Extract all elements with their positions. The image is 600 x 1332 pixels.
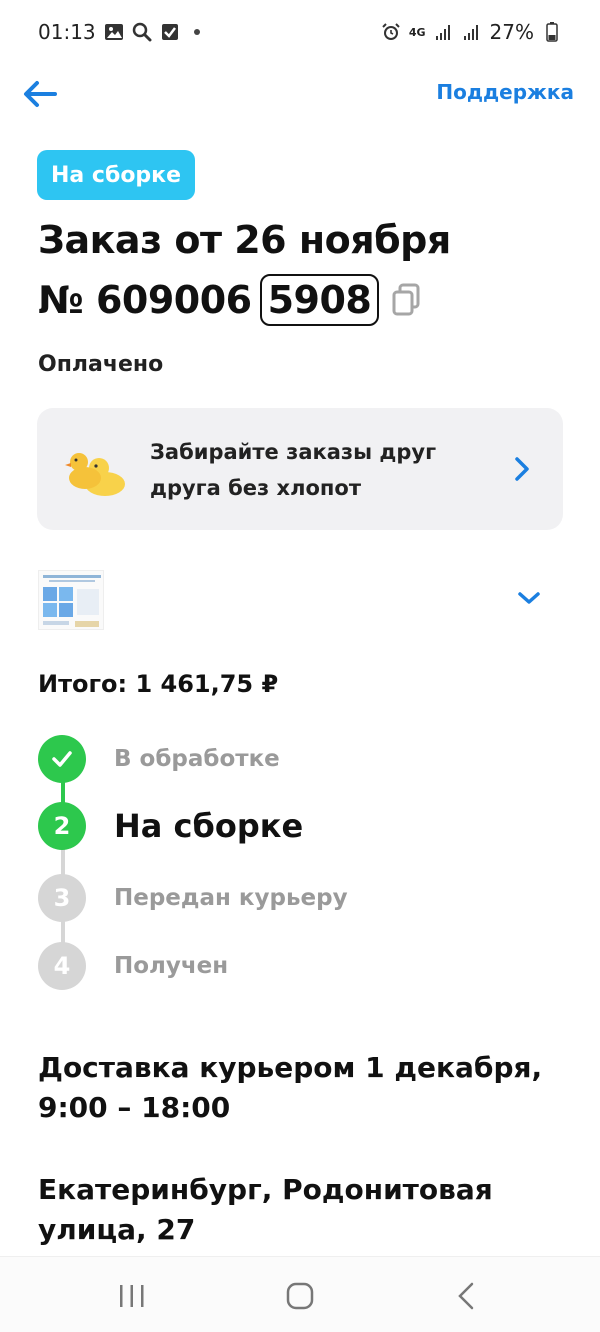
status-time: 01:13 (38, 20, 96, 44)
status-left: 01:13 (38, 20, 200, 44)
promo-text: Забирайте заказы друг друга без хлопот (150, 440, 437, 500)
step-received: 4 Получен (38, 942, 228, 990)
step-courier: 3 Передан курьеру (38, 874, 348, 922)
ducks-icon (63, 442, 127, 498)
order-total: Итого: 1 461,75 ₽ (38, 670, 279, 698)
payment-status: Оплачено (38, 352, 164, 377)
signal-icon (434, 22, 454, 42)
delivery-address: Екатеринбург, Родонитовая улица, 27 (38, 1173, 493, 1246)
step-label: Получен (114, 953, 229, 979)
battery-percent: 27% (489, 20, 534, 44)
copy-icon[interactable] (391, 283, 421, 317)
recent-apps-icon[interactable] (112, 1281, 152, 1311)
signal-icon (462, 22, 482, 42)
step-marker (38, 735, 86, 783)
product-thumbnail[interactable] (38, 570, 104, 630)
step-marker: 4 (38, 942, 86, 990)
promo-card[interactable]: Забирайте заказы друг друга без хлопот (37, 408, 563, 530)
dot-icon (193, 29, 200, 35)
delivery-info: Доставка курьером 1 декабря, 9:00 – 18:0… (38, 1051, 543, 1124)
order-number: № 609006 5908 (38, 274, 421, 326)
support-link[interactable]: Поддержка (436, 80, 574, 104)
status-badge: На сборке (37, 150, 196, 200)
step-label: Передан курьеру (114, 885, 348, 911)
chevron-down-icon[interactable] (516, 588, 542, 608)
network-4g-icon: 4G (408, 25, 426, 39)
step-assembling: 2 На сборке (38, 802, 303, 850)
step-processing: В обработке (38, 735, 280, 783)
alarm-icon (381, 22, 401, 42)
image-icon (104, 22, 124, 42)
status-right: 4G 27% (381, 20, 562, 44)
checkmark-icon (52, 751, 72, 767)
checkbox-icon (160, 22, 180, 42)
order-number-prefix: № 609006 (38, 278, 252, 322)
step-marker: 2 (38, 802, 86, 850)
step-marker: 3 (38, 874, 86, 922)
home-icon[interactable] (280, 1281, 320, 1311)
battery-icon (542, 22, 562, 42)
order-number-highlight: 5908 (259, 274, 380, 326)
back-icon[interactable] (448, 1281, 488, 1311)
chevron-right-icon (513, 456, 531, 482)
step-label: В обработке (114, 746, 280, 772)
search-icon (132, 22, 152, 42)
system-nav-bar (0, 1256, 600, 1332)
step-label: На сборке (114, 807, 304, 845)
back-button[interactable] (18, 72, 62, 116)
page-title: Заказ от 26 ноября (38, 218, 451, 262)
status-bar: 01:13 4G 27% (0, 0, 600, 70)
arrow-left-icon (24, 81, 57, 107)
